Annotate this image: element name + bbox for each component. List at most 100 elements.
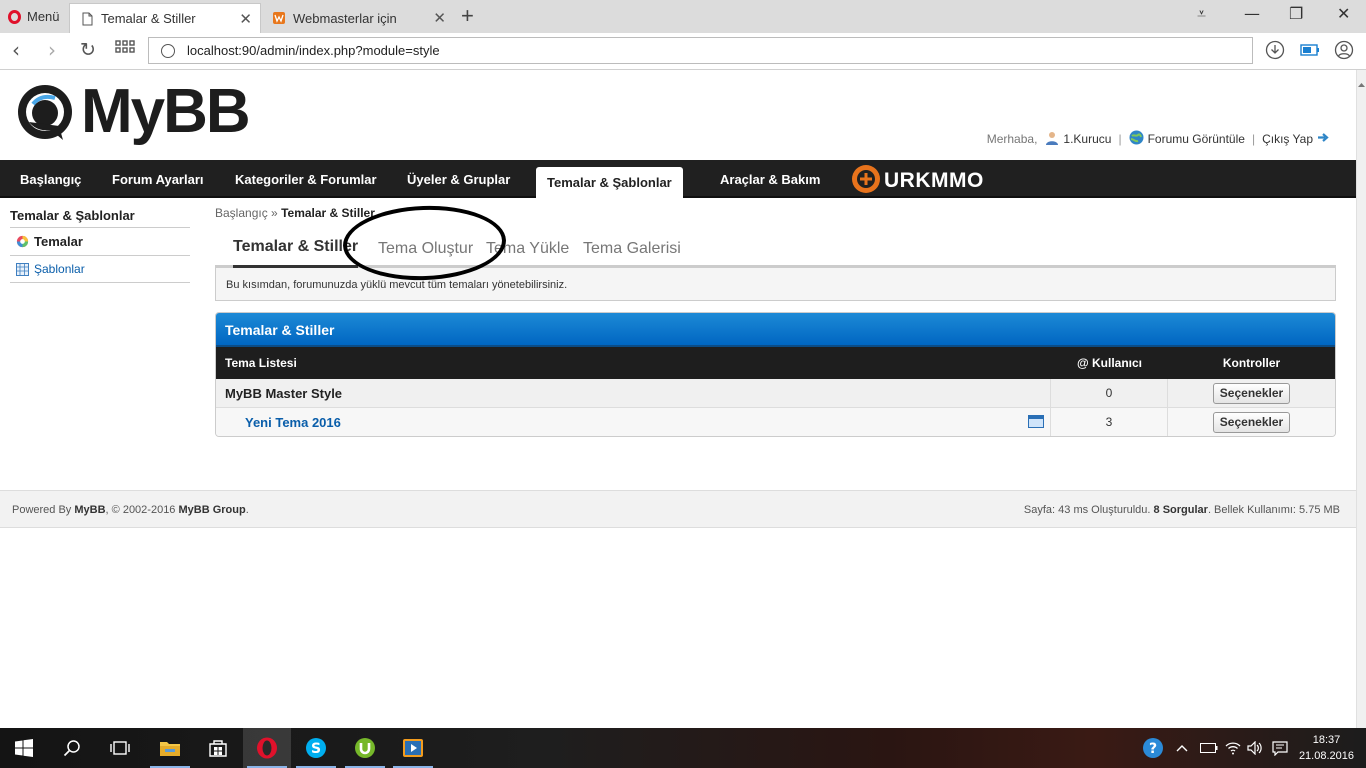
options-button[interactable]: Seçenekler: [1212, 411, 1291, 433]
back-icon[interactable]: ‹: [12, 39, 20, 61]
menu-item-home[interactable]: Başlangıç: [20, 160, 81, 198]
menu-item-forum-settings[interactable]: Forum Ayarları: [112, 160, 204, 198]
theme-controls: Seçenekler: [1168, 379, 1335, 407]
tab-title: Webmasterlar için: [293, 10, 397, 26]
footer-mybb-link[interactable]: MyBB: [74, 504, 105, 516]
tab-create-theme[interactable]: Tema Oluştur: [378, 240, 473, 258]
footer-mybb-group-link[interactable]: MyBB Group: [179, 504, 246, 516]
tab-menu-icon[interactable]: ⩡: [1197, 4, 1206, 24]
mybb-logo-icon: [15, 82, 75, 142]
logout-link[interactable]: Çıkış Yap: [1262, 132, 1313, 146]
user-icon: [1045, 131, 1059, 148]
browser-tab[interactable]: Webmasterlar için ✕: [262, 3, 454, 33]
utorrent-icon[interactable]: [341, 728, 389, 768]
notifications-icon[interactable]: [1272, 728, 1288, 768]
battery-saver-icon[interactable]: [1300, 40, 1320, 60]
new-tab-icon[interactable]: +: [461, 4, 474, 28]
tab-theme-gallery[interactable]: Tema Galerisi: [583, 240, 681, 258]
theme-user-count: 3: [1051, 408, 1168, 436]
minimize-icon[interactable]: —: [1244, 4, 1260, 23]
svg-text:?: ?: [1149, 741, 1157, 757]
opera-menu-button[interactable]: Menü: [0, 0, 68, 33]
opera-taskbar-icon[interactable]: [243, 728, 291, 768]
themes-table: Temalar & Stiller Tema Listesi @ Kullanı…: [215, 312, 1336, 437]
task-view-icon[interactable]: [96, 728, 144, 768]
theme-name: MyBB Master Style: [216, 379, 1051, 407]
table-row: MyBB Master Style 0 Seçenekler: [216, 379, 1335, 408]
breadcrumb-separator: »: [271, 206, 278, 220]
windows-taskbar: S ? 18:37 21.08.2016: [0, 728, 1366, 768]
mybb-logo[interactable]: MyBB: [15, 77, 251, 146]
store-icon[interactable]: [194, 728, 242, 768]
menu-item-users[interactable]: Üyeler & Gruplar: [407, 160, 510, 198]
sidebar-title: Temalar & Şablonlar: [10, 206, 190, 228]
forward-icon[interactable]: ›: [48, 39, 56, 61]
breadcrumb-home-link[interactable]: Başlangıç: [215, 206, 268, 220]
account-icon[interactable]: [1334, 40, 1354, 60]
footer-stats: Sayfa: 43 ms Oluşturuldu. 8 Sorgular. Be…: [1023, 504, 1340, 516]
show-hidden-icons-icon[interactable]: [1176, 728, 1188, 768]
theme-name-link[interactable]: Yeni Tema 2016: [225, 415, 341, 430]
logout-arrow-icon: [1317, 132, 1330, 146]
menu-item-forums[interactable]: Kategoriler & Forumlar: [235, 160, 377, 198]
column-header-users: @ Kullanıcı: [1076, 356, 1143, 370]
menu-item-themes[interactable]: Temalar & Şablonlar: [536, 167, 683, 198]
clock-date: 21.08.2016: [1298, 750, 1354, 762]
reload-icon[interactable]: ↻: [80, 39, 96, 61]
close-window-icon[interactable]: ✕: [1337, 4, 1350, 23]
sidebar-item-themes[interactable]: Temalar: [10, 228, 190, 256]
webmaster-favicon-icon: [272, 11, 286, 25]
footer-powered-by: Powered By MyBB, © 2002-2016 MyBB Group.: [12, 504, 249, 516]
username-link[interactable]: 1.Kurucu: [1063, 132, 1111, 146]
windows-logo-icon: [15, 739, 33, 757]
sidebar-item-label: Şablonlar: [34, 262, 85, 276]
column-header-controls: Kontroller: [1222, 356, 1281, 370]
urkmmo-logo[interactable]: URKMMO: [850, 163, 984, 198]
close-tab-icon[interactable]: ✕: [239, 10, 252, 28]
url-input[interactable]: [187, 43, 1187, 58]
browser-tab-active[interactable]: Temalar & Stiller ✕: [69, 3, 261, 33]
browser-tab-bar: Menü Temalar & Stiller ✕ Webmasterlar iç…: [0, 0, 1366, 33]
close-tab-icon[interactable]: ✕: [433, 9, 446, 27]
url-field[interactable]: [148, 37, 1253, 64]
template-grid-icon: [16, 262, 29, 276]
column-header-theme-list: Tema Listesi: [225, 356, 297, 370]
download-icon[interactable]: [1265, 40, 1285, 60]
theme-name-text: MyBB Master Style: [225, 385, 343, 401]
scroll-up-arrow-icon[interactable]: [1358, 76, 1365, 87]
user-bar: Merhaba, 1.Kurucu | Forumu Görüntüle | Ç…: [987, 130, 1330, 148]
battery-icon[interactable]: [1200, 728, 1218, 768]
skype-icon[interactable]: S: [292, 728, 340, 768]
sidebar-item-templates[interactable]: Şablonlar: [10, 256, 190, 283]
media-player-icon[interactable]: [389, 728, 437, 768]
help-icon[interactable]: ?: [1142, 728, 1164, 768]
footer: Powered By MyBB, © 2002-2016 MyBB Group.…: [0, 490, 1356, 528]
wifi-icon[interactable]: [1225, 728, 1241, 768]
menu-item-tools[interactable]: Araçlar & Bakım: [720, 160, 820, 198]
main-content: Başlangıç » Temalar & Stiller Temalar & …: [215, 206, 1336, 437]
options-button[interactable]: Seçenekler: [1212, 382, 1291, 404]
view-forum-link[interactable]: Forumu Görüntüle: [1148, 132, 1245, 146]
search-icon[interactable]: [48, 728, 96, 768]
urkmmo-text: URKMMO: [884, 168, 984, 192]
restore-icon[interactable]: ❐: [1289, 4, 1303, 23]
breadcrumb: Başlangıç » Temalar & Stiller: [215, 206, 1336, 224]
table-row: Yeni Tema 2016 3 Seçenekler: [216, 408, 1335, 436]
tab-themes-styles[interactable]: Temalar & Stiller: [233, 238, 359, 268]
clock-time: 18:37: [1312, 734, 1341, 746]
tab-import-theme[interactable]: Tema Yükle: [486, 240, 569, 258]
page-viewport: MyBB Merhaba, 1.Kurucu | Forumu Görüntül…: [0, 70, 1356, 728]
edit-window-icon[interactable]: [1028, 415, 1044, 428]
page-description: Bu kısımdan, forumunuzda yüklü mevcut tü…: [215, 268, 1336, 301]
volume-icon[interactable]: [1247, 728, 1263, 768]
logo-text: MyBB: [81, 77, 251, 146]
globe-forum-icon: [1129, 130, 1144, 148]
speed-dial-icon[interactable]: [115, 40, 135, 62]
tab-title: Temalar & Stiller: [101, 11, 196, 26]
sidebar-item-label: Temalar: [34, 234, 83, 249]
file-explorer-icon[interactable]: [146, 728, 194, 768]
start-button[interactable]: [0, 728, 48, 768]
page-scrollbar[interactable]: [1356, 70, 1366, 728]
taskbar-clock[interactable]: 18:37 21.08.2016: [1299, 732, 1354, 764]
theme-user-count: 0: [1051, 379, 1168, 407]
